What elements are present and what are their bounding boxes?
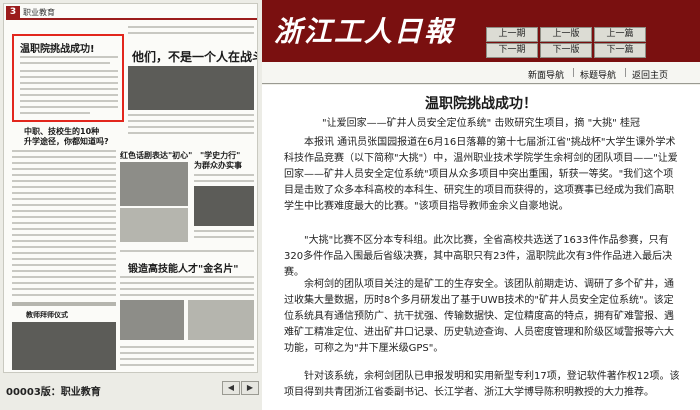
- bottom-photo-2: [188, 300, 254, 340]
- bottom-photo-1: [120, 300, 184, 340]
- home-link[interactable]: 返回主页: [632, 68, 668, 81]
- section-header: 3 职业教育: [6, 6, 257, 20]
- page-thumbnail-panel: 3 职业教育 温职院挑战成功! 他们，不是一个人在战斗 中职、技校生的10种 升…: [0, 0, 262, 410]
- section-number: 3: [6, 6, 20, 19]
- col-photo-3: [194, 186, 254, 226]
- story-photo: [128, 66, 254, 110]
- article-paragraph-2: "大挑"比赛不区分本专科组。此次比赛，全省高校共选送了1633件作品参赛，只有3…: [284, 235, 673, 278]
- article-paragraph-3: 余柯剑的团队项目关注的是矿工的生存安全。该团队前期走访、调研了多个矿井，通过收集…: [284, 279, 674, 354]
- page-prev-button[interactable]: ◀: [222, 381, 240, 395]
- newspaper-page-image[interactable]: 3 职业教育 温职院挑战成功! 他们，不是一个人在战斗 中职、技校生的10种 升…: [3, 3, 258, 373]
- next-article-button[interactable]: 下一篇: [594, 43, 646, 58]
- col-photo-1: [120, 162, 188, 206]
- prev-issue-button[interactable]: 上一期: [486, 27, 538, 42]
- current-article-hotspot[interactable]: 温职院挑战成功!: [12, 34, 124, 122]
- col-title-1[interactable]: 红色话剧表达"初心": [120, 150, 192, 161]
- prev-page-button[interactable]: 上一版: [540, 27, 592, 42]
- article-title: 温职院挑战成功！: [425, 96, 537, 112]
- story-headline-2[interactable]: 他们，不是一个人在战斗: [132, 48, 257, 65]
- next-issue-button[interactable]: 下一期: [486, 43, 538, 58]
- article-body: 温职院挑战成功！ "让爱回家——矿井人员安全定位系统" 击败研究生项目，摘 "大…: [262, 85, 700, 410]
- page-label: 00003版：职业教育: [6, 387, 101, 398]
- sub-navigation: 新面导航 | 标题导航 | 返回主页: [262, 62, 700, 84]
- page-next-button[interactable]: ▶: [241, 381, 259, 395]
- newspaper-logo: 浙江工人日報: [274, 15, 455, 48]
- prev-article-button[interactable]: 上一篇: [594, 27, 646, 42]
- masthead: 浙江工人日報 上一期 上一版 上一篇 下一期 下一版 下一篇: [262, 0, 700, 62]
- next-page-button[interactable]: 下一版: [540, 43, 592, 58]
- article-subtitle: "让爱回家——矿井人员安全定位系统" 击败研究生项目，摘 "大挑" 桂冠: [322, 118, 640, 129]
- epaper-viewer: 3 职业教育 温职院挑战成功! 他们，不是一个人在战斗 中职、技校生的10种 升…: [0, 0, 700, 410]
- section-name: 职业教育: [23, 8, 55, 17]
- article-paragraph-4: 针对该系统，余柯剑团队已申报发明和实用新型专利17项，登记软件著作权12项。该项…: [284, 371, 680, 398]
- title-nav-link[interactable]: 标题导航: [580, 68, 616, 81]
- bottom-left-photo: [12, 322, 116, 370]
- page-selector-bar: 00003版：职业教育 ◀ ▶: [0, 376, 262, 404]
- bottom-left-title[interactable]: 教师拜师仪式: [26, 310, 68, 320]
- article-paragraph-1: 本报讯 通讯员张国园报道在6月16日落幕的第十七届浙江省"挑战杯"大学生课外学术…: [284, 137, 678, 212]
- side-title-2[interactable]: 升学途径，你都知道吗?: [24, 136, 109, 147]
- hotspot-headline: 温职院挑战成功!: [20, 44, 95, 55]
- col-photo-2: [120, 208, 188, 242]
- bottom-headline[interactable]: 锻造高技能人才"金名片": [128, 260, 238, 275]
- col-title-3[interactable]: 为群众办实事: [194, 160, 242, 171]
- layout-nav-link[interactable]: 新面导航: [528, 68, 564, 81]
